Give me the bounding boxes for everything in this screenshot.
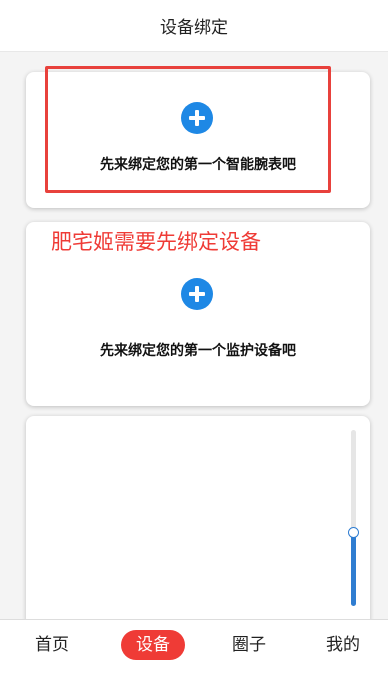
tab-device[interactable]: 设备 (121, 630, 185, 660)
top-header: 设备绑定 (0, 0, 388, 52)
tab-mine[interactable]: 我的 (319, 630, 367, 660)
tab-home[interactable]: 首页 (28, 630, 76, 660)
annotation-text: 肥宅姬需要先绑定设备 (51, 230, 261, 254)
tab-circle[interactable]: 圈子 (225, 630, 273, 660)
app-screen: 设备绑定 先来绑定您的第一个智能腕表吧 先来绑定您的第一个监护设备吧 肥宅姬需要… (0, 0, 388, 676)
vertical-slider[interactable] (348, 430, 359, 606)
bottom-tab-bar: 首页 设备 圈子 我的 (0, 619, 388, 676)
slider-thumb[interactable] (348, 527, 359, 539)
slider-fill (351, 532, 356, 606)
add-circle-icon[interactable] (181, 278, 213, 310)
slider-card (26, 416, 370, 626)
annotation-highlight-box (45, 66, 331, 193)
page-title: 设备绑定 (160, 18, 228, 38)
bind-monitor-label: 先来绑定您的第一个监护设备吧 (100, 343, 296, 359)
